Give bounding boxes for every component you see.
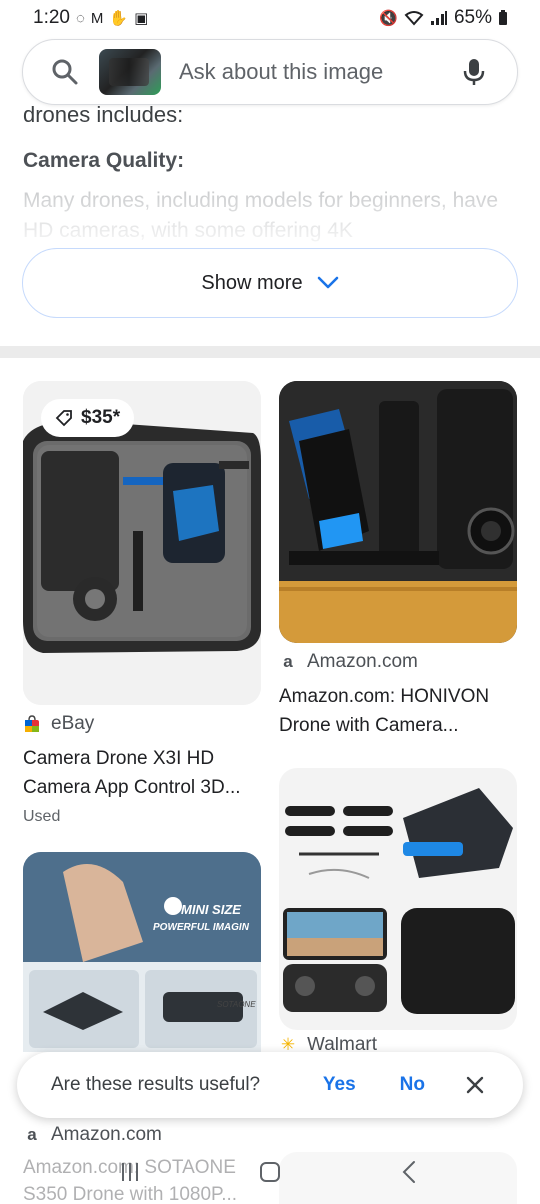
result-condition: Used <box>23 808 61 825</box>
result-title-2[interactable]: Amazon.com: HONIVON Drone with Camera... <box>279 682 524 740</box>
price-text: $35* <box>81 407 121 428</box>
gallery-icon: ▣ <box>134 9 149 27</box>
close-icon[interactable] <box>465 1075 485 1095</box>
show-more-button[interactable]: Show more <box>22 248 518 318</box>
price-badge: $35* <box>41 399 135 437</box>
show-more-label: Show more <box>201 271 303 294</box>
battery-percent: 65% <box>453 7 492 28</box>
image-text-powerful: POWERFUL IMAGIN <box>153 922 249 933</box>
answer-cut-line: drones includes: <box>23 102 184 124</box>
status-bar: 1:20 ◌ M ✋ ▣ 🔇 65% <box>0 0 540 36</box>
gmail-icon: M <box>90 9 104 27</box>
source-label: Amazon.com <box>307 651 418 672</box>
image-text-sotaone: SOTAONE <box>217 1000 256 1009</box>
recent-apps-icon[interactable] <box>117 1159 143 1185</box>
status-right: 🔇 65% <box>379 7 508 29</box>
result-image-1[interactable]: $35* <box>23 381 261 705</box>
source-label: Walmart <box>307 1037 378 1052</box>
drone-kit-image <box>279 381 517 643</box>
source-label: eBay <box>51 713 95 734</box>
amazon-icon: a <box>283 652 293 671</box>
answer-fade-text: Many drones, including models for beginn… <box>23 189 499 242</box>
result-source-4: ✳ Walmart <box>279 1037 377 1052</box>
sotaone-drone-image <box>23 852 261 1052</box>
home-icon[interactable] <box>257 1159 283 1185</box>
walmart-spark-icon: ✳ <box>280 1037 296 1052</box>
section-divider <box>0 346 540 358</box>
status-time: 1:20 <box>33 7 70 28</box>
signal-icon <box>430 11 447 25</box>
feedback-no-button[interactable]: No <box>400 1074 425 1096</box>
result-source-2: a Amazon.com <box>279 651 418 673</box>
hand-icon: ✋ <box>109 9 129 27</box>
chevron-down-icon <box>317 276 338 289</box>
section-heading: Camera Quality: <box>23 149 185 172</box>
feedback-yes-button[interactable]: Yes <box>323 1074 356 1096</box>
result-image-2[interactable] <box>279 381 517 643</box>
result-image-4[interactable] <box>279 768 517 1030</box>
system-nav-bar <box>0 1140 540 1204</box>
wifi-icon <box>404 11 424 26</box>
microphone-icon[interactable] <box>461 57 487 87</box>
mute-icon: 🔇 <box>379 9 398 27</box>
drone-bundle-image <box>279 768 517 1030</box>
status-left: 1:20 ◌ M ✋ ▣ <box>33 7 148 29</box>
search-icon[interactable] <box>51 58 79 86</box>
battery-icon <box>499 10 507 25</box>
whatsapp-icon: ◌ <box>75 9 85 27</box>
search-input[interactable]: Ask about this image <box>179 59 461 85</box>
image-text-mini-size: MINI SIZE <box>181 902 241 917</box>
feedback-question: Are these results useful? <box>51 1074 261 1095</box>
result-title-1[interactable]: Camera Drone X3I HD Camera App Control 3… <box>23 744 268 802</box>
back-icon[interactable] <box>397 1159 423 1185</box>
result-image-3[interactable]: MINI SIZE POWERFUL IMAGIN SOTAONE <box>23 852 261 1052</box>
search-image-thumbnail[interactable] <box>99 49 161 95</box>
result-source-1: eBay <box>23 713 94 735</box>
tag-icon <box>55 410 72 427</box>
search-bar[interactable]: Ask about this image <box>22 39 518 105</box>
feedback-bar: Are these results useful? Yes No <box>17 1052 523 1118</box>
ebay-bag-icon <box>23 715 41 733</box>
